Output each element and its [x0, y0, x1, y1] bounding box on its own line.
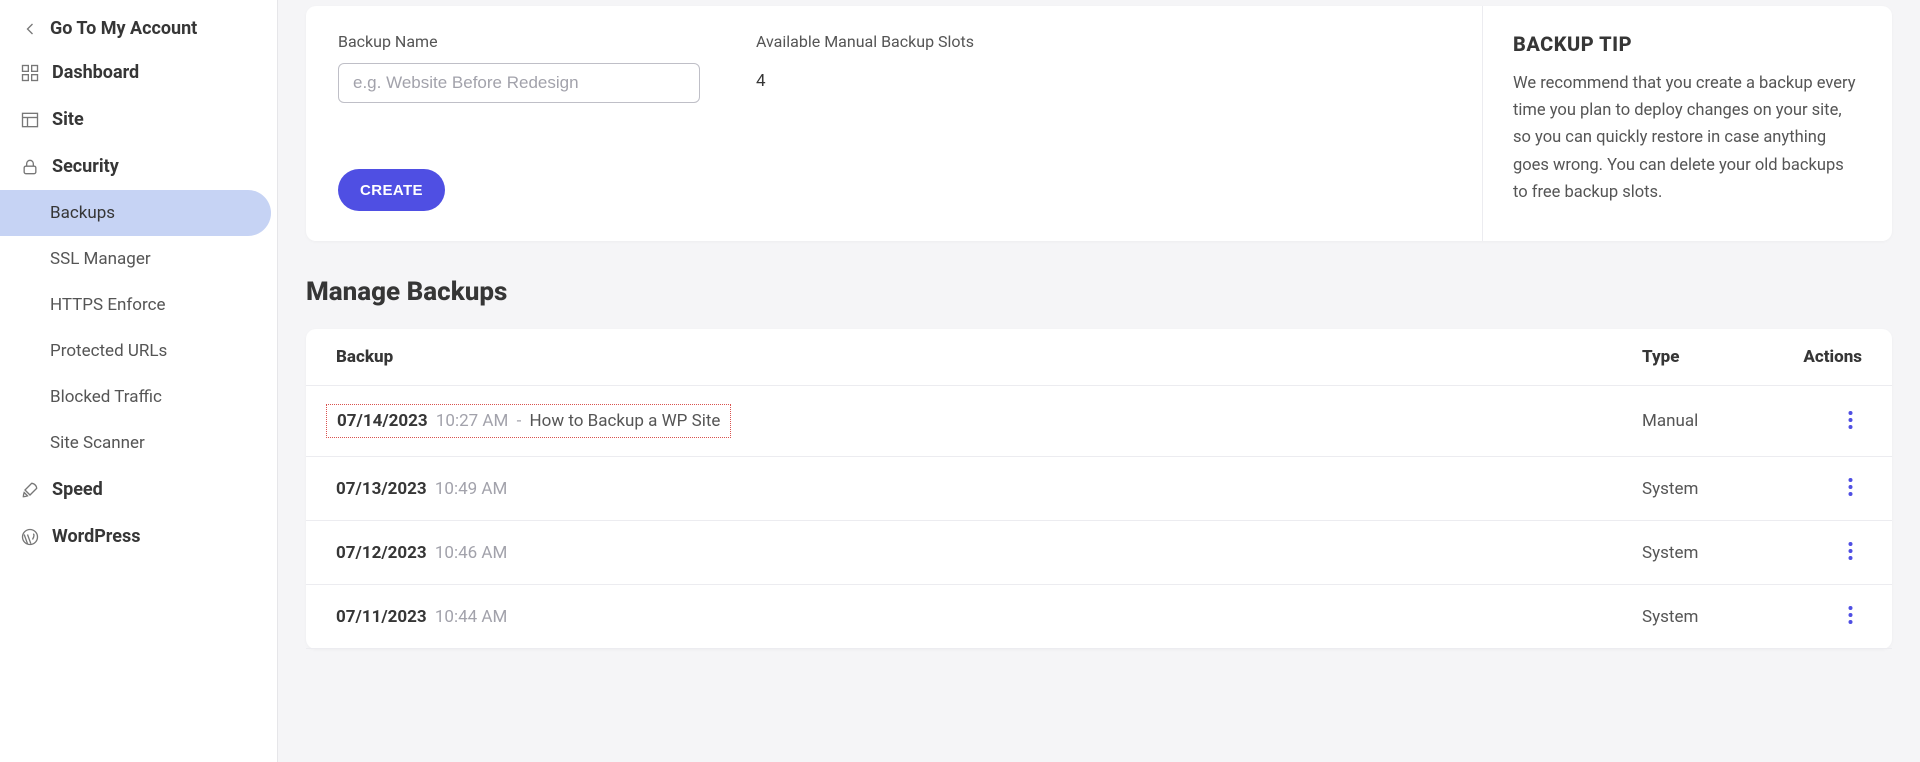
actions-cell [1772, 603, 1862, 630]
separator: - [512, 411, 525, 431]
table-row: 07/12/2023 10:46 AMSystem [306, 521, 1892, 585]
col-header-type: Type [1642, 347, 1772, 367]
sidebar-item-site[interactable]: Site [0, 96, 277, 143]
actions-cell [1772, 539, 1862, 566]
tip-title: BACKUP TIP [1513, 32, 1862, 56]
backup-date: 07/14/2023 [337, 411, 428, 431]
create-backup-form: Backup Name Available Manual Backup Slot… [306, 6, 1482, 241]
table-header: Backup Type Actions [306, 329, 1892, 386]
backup-type: System [1642, 479, 1772, 499]
sidebar-sub-label: Protected URLs [50, 341, 167, 361]
backup-tip-panel: BACKUP TIP We recommend that you create … [1482, 6, 1892, 241]
sidebar-sub-protected[interactable]: Protected URLs [0, 328, 271, 374]
back-to-account[interactable]: Go To My Account [0, 8, 277, 49]
sidebar-item-label: Security [52, 156, 119, 177]
sidebar-sub-ssl[interactable]: SSL Manager [0, 236, 271, 282]
sidebar-sub-label: Site Scanner [50, 433, 145, 453]
backup-cell: 07/11/2023 10:44 AM [336, 607, 1642, 627]
grid-icon [20, 63, 40, 83]
col-header-actions: Actions [1772, 347, 1862, 367]
sidebar-sub-scanner[interactable]: Site Scanner [0, 420, 271, 466]
backup-time: 10:44 AM [431, 607, 508, 627]
sidebar-item-dashboard[interactable]: Dashboard [0, 49, 277, 96]
table-row: 07/13/2023 10:49 AMSystem [306, 457, 1892, 521]
arrow-left-icon [20, 19, 40, 39]
kebab-icon[interactable] [1838, 408, 1862, 432]
create-backup-card: Backup Name Available Manual Backup Slot… [306, 6, 1892, 241]
sidebar-sub-backups[interactable]: Backups [0, 190, 271, 236]
backup-name-label: Backup Name [338, 32, 700, 51]
backup-cell: 07/12/2023 10:46 AM [336, 543, 1642, 563]
backup-name-input[interactable] [338, 63, 700, 103]
sidebar-item-label: Dashboard [52, 62, 139, 83]
lock-icon [20, 157, 40, 177]
sidebar-item-security[interactable]: Security [0, 143, 277, 190]
sidebar-sub-label: SSL Manager [50, 249, 151, 269]
backup-time: 10:49 AM [431, 479, 508, 499]
sidebar-sub-https[interactable]: HTTPS Enforce [0, 282, 271, 328]
layout-icon [20, 110, 40, 130]
backup-date: 07/11/2023 [336, 607, 427, 627]
sidebar-item-label: Speed [52, 479, 103, 500]
actions-cell [1772, 408, 1862, 435]
table-row: 07/11/2023 10:44 AMSystem [306, 585, 1892, 649]
sidebar-sub-label: Blocked Traffic [50, 387, 162, 407]
kebab-icon[interactable] [1838, 603, 1862, 627]
sidebar-item-speed[interactable]: Speed [0, 466, 277, 513]
backup-type: Manual [1642, 411, 1772, 431]
backup-time: 10:27 AM [432, 411, 509, 431]
backup-type: System [1642, 607, 1772, 627]
tip-body: We recommend that you create a backup ev… [1513, 70, 1862, 206]
backup-cell: 07/13/2023 10:49 AM [336, 479, 1642, 499]
backup-type: System [1642, 543, 1772, 563]
backup-date: 07/13/2023 [336, 479, 427, 499]
backup-cell: 07/14/2023 10:27 AM - How to Backup a WP… [336, 404, 1642, 438]
kebab-icon[interactable] [1838, 475, 1862, 499]
rocket-icon [20, 480, 40, 500]
col-header-backup: Backup [336, 347, 1642, 367]
actions-cell [1772, 475, 1862, 502]
sidebar-sub-label: HTTPS Enforce [50, 295, 166, 315]
backup-name: How to Backup a WP Site [530, 411, 721, 431]
sidebar-sub-blocked[interactable]: Blocked Traffic [0, 374, 271, 420]
available-slots-label: Available Manual Backup Slots [756, 32, 974, 51]
kebab-icon[interactable] [1838, 539, 1862, 563]
back-label: Go To My Account [50, 18, 197, 39]
sidebar-item-wordpress[interactable]: WordPress [0, 513, 277, 560]
backup-time: 10:46 AM [431, 543, 508, 563]
manage-backups-title: Manage Backups [306, 277, 1892, 307]
main-content: Backup Name Available Manual Backup Slot… [278, 0, 1920, 762]
sidebar: Go To My Account Dashboard Site Security… [0, 0, 278, 762]
sidebar-item-label: Site [52, 109, 84, 130]
backup-date: 07/12/2023 [336, 543, 427, 563]
wordpress-icon [20, 527, 40, 547]
available-slots-value: 4 [756, 63, 974, 91]
sidebar-item-label: WordPress [52, 526, 140, 547]
backups-table: Backup Type Actions 07/14/2023 10:27 AM … [306, 329, 1892, 649]
table-row: 07/14/2023 10:27 AM - How to Backup a WP… [306, 386, 1892, 457]
create-button[interactable]: CREATE [338, 169, 445, 211]
sidebar-sub-label: Backups [50, 203, 115, 223]
